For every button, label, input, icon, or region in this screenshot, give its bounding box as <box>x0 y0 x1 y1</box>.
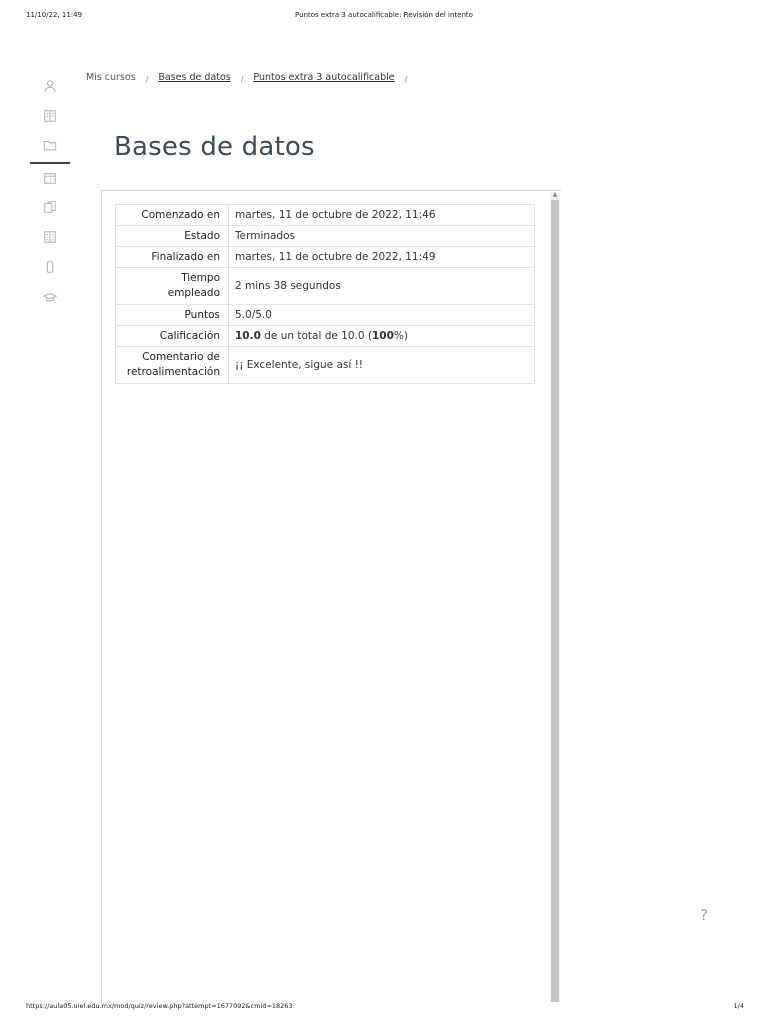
breadcrumb-separator: / <box>240 75 244 84</box>
print-footer: https://aula05.uiel.edu.mx/mod/quiz/revi… <box>0 1002 768 1014</box>
sidebar-item-library[interactable] <box>30 225 70 249</box>
grade-total-text: de un total de 10.0 ( <box>260 330 372 342</box>
breadcrumb-separator: / <box>404 75 408 84</box>
grade-label: Calificación <box>115 325 229 347</box>
sidebar-item-files[interactable] <box>30 195 70 219</box>
grade-percent-suffix: %) <box>393 330 408 342</box>
feedback-label-line-1: Comentario de <box>142 351 220 363</box>
breadcrumb-separator: / <box>145 75 149 84</box>
time-label: Tiempo empleado <box>115 267 229 305</box>
time-label-line-2: empleado <box>167 287 220 299</box>
time-value: 2 mins 38 segundos <box>228 267 535 305</box>
table-row: Tiempo empleado 2 mins 38 segundos <box>115 267 535 305</box>
breadcrumb-course-link[interactable]: Bases de datos <box>158 72 230 83</box>
sidebar-item-courses[interactable] <box>30 285 70 309</box>
calendar-icon <box>44 173 56 184</box>
table-row: Finalizado en martes, 11 de octubre de 2… <box>115 246 535 268</box>
sidebar-item-participants[interactable] <box>30 74 70 98</box>
feedback-label-line-2: retroalimentación <box>126 366 220 378</box>
started-value: martes, 11 de octubre de 2022, 11:46 <box>228 204 535 226</box>
table-row: Comentario de retroalimentación ¡¡ Excel… <box>115 346 535 384</box>
breadcrumb-quiz-link[interactable]: Puntos extra 3 autocalificable <box>253 72 394 83</box>
help-icon[interactable]: ? <box>700 906 708 924</box>
table-row: Puntos 5.0/5.0 <box>115 304 535 326</box>
sidebar-item-course[interactable] <box>30 133 70 157</box>
grade-percent: 100 <box>372 330 394 342</box>
feedback-value: ¡¡ Excelente, sigue así !! <box>228 346 535 384</box>
sidebar-active-indicator <box>30 162 70 164</box>
table-row: Comenzado en martes, 11 de octubre de 20… <box>115 204 535 226</box>
book-open-icon <box>44 231 56 243</box>
finished-label: Finalizado en <box>115 246 229 268</box>
print-title: Puntos extra 3 autocalificable: Revisión… <box>295 11 473 19</box>
page-title: Bases de datos <box>114 132 315 162</box>
grade-value: 10.0 de un total de 10.0 (100%) <box>228 325 535 347</box>
mobile-icon <box>46 261 54 273</box>
files-icon <box>44 201 56 213</box>
state-value: Terminados <box>228 225 535 247</box>
table-row: Calificación 10.0 de un total de 10.0 (1… <box>115 325 535 347</box>
graduation-cap-icon <box>43 292 57 302</box>
scroll-up-arrow-icon[interactable]: ▲ <box>551 192 559 198</box>
print-page-number: 1/4 <box>733 1002 744 1010</box>
state-label: Estado <box>115 225 229 247</box>
scrollbar-thumb[interactable] <box>551 200 559 1002</box>
breadcrumb: Mis cursos / Bases de datos / Puntos ext… <box>86 72 417 84</box>
sidebar-item-calendar[interactable] <box>30 166 70 190</box>
print-header: 11/10/22, 11:49 Puntos extra 3 autocalif… <box>0 11 768 23</box>
user-icon <box>44 80 56 93</box>
sidebar-item-mobile[interactable] <box>30 255 70 279</box>
breadcrumb-my-courses[interactable]: Mis cursos <box>86 72 136 83</box>
grade-score: 10.0 <box>235 330 261 342</box>
started-label: Comenzado en <box>115 204 229 226</box>
points-label: Puntos <box>115 304 229 326</box>
sidebar-item-grades[interactable] <box>30 104 70 128</box>
time-label-line-1: Tiempo <box>181 272 220 284</box>
book-icon <box>44 110 56 122</box>
attempt-summary-table: Comenzado en martes, 11 de octubre de 20… <box>115 204 535 384</box>
feedback-label: Comentario de retroalimentación <box>115 346 229 384</box>
finished-value: martes, 11 de octubre de 2022, 11:49 <box>228 246 535 268</box>
points-value: 5.0/5.0 <box>228 304 535 326</box>
table-row: Estado Terminados <box>115 225 535 247</box>
print-url: https://aula05.uiel.edu.mx/mod/quiz/revi… <box>26 1002 293 1010</box>
folder-icon <box>43 140 57 151</box>
